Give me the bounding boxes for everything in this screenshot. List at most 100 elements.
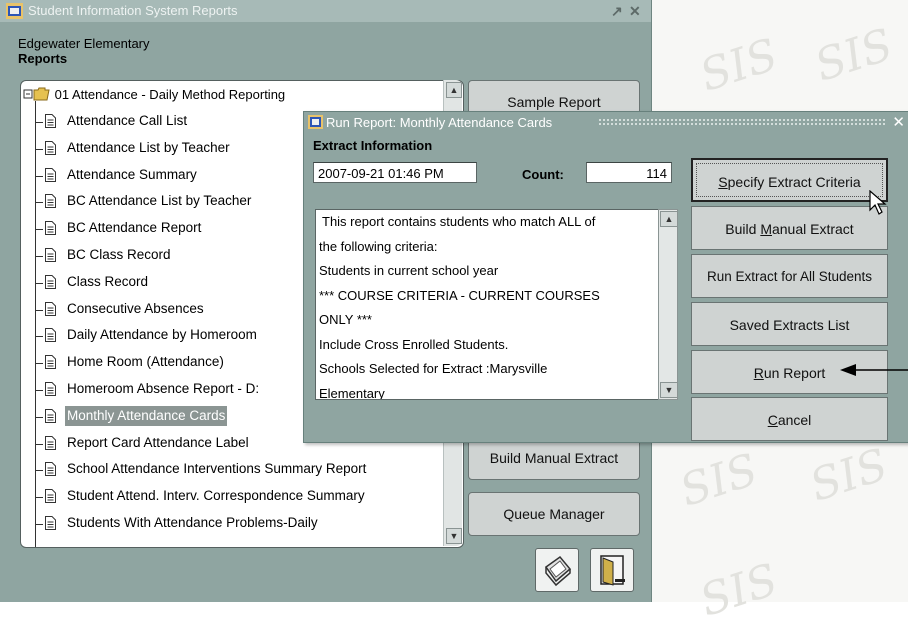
document-icon	[45, 221, 56, 236]
extract-info-label: Extract Information	[313, 138, 433, 153]
description-line: *** COURSE CRITERIA - CURRENT COURSES	[319, 287, 600, 303]
tree-item-label: BC Attendance Report	[67, 220, 202, 236]
description-line: ONLY ***	[319, 312, 372, 327]
tree-connector	[35, 443, 43, 445]
dialog-titlebar[interactable]: Run Report: Monthly Attendance Cards ✕	[304, 112, 908, 133]
dialog-title: Run Report: Monthly Attendance Cards	[326, 115, 553, 130]
document-icon	[45, 382, 56, 396]
watermark-logo: SIS	[694, 554, 784, 627]
document-icon	[45, 167, 56, 182]
tree-report-item[interactable]: Student Attend. Interv. Correspondence S…	[35, 485, 455, 509]
tree-connector	[35, 363, 43, 365]
tree-report-item[interactable]: Students With Attendance Problems-Daily	[35, 512, 455, 536]
tree-item-label: School Attendance Interventions Summary …	[67, 461, 367, 477]
criteria-description[interactable]: This report contains students who match …	[315, 209, 659, 400]
description-line: Students in current school year	[319, 263, 499, 278]
button-label-key: R	[753, 365, 764, 381]
tree-connector	[35, 202, 43, 204]
scroll-up-icon[interactable]: ▲	[446, 82, 462, 98]
tree-item-label: Student Attend. Interv. Correspondence S…	[67, 488, 365, 504]
tree-report-item[interactable]: School Attendance Interventions Summary …	[35, 458, 455, 482]
document-icon	[45, 489, 56, 504]
app-icon	[6, 3, 23, 19]
tree-connector	[35, 309, 43, 311]
document-icon	[45, 274, 56, 289]
document-icon	[45, 248, 56, 262]
description-scrollbar[interactable]: ▲ ▼	[658, 209, 678, 400]
tree-connector	[35, 256, 43, 257]
document-icon	[45, 328, 56, 343]
tree-item-label: Report Card Attendance Label	[67, 434, 249, 450]
count-label: Count:	[522, 167, 564, 182]
printer-icon	[544, 555, 572, 587]
window-titlebar[interactable]: Student Information System Reports ↗ ✕	[0, 0, 651, 22]
tree-item-label: Home Room (Attendance)	[67, 354, 224, 370]
tree-item-label: Homeroom Absence Report - D:	[67, 381, 260, 396]
tree-connector	[35, 390, 43, 391]
restore-icon[interactable]: ↗	[611, 0, 623, 22]
section-label: Reports	[18, 51, 68, 66]
button-label: Saved Extracts List	[729, 317, 850, 333]
description-line: the following criteria:	[319, 238, 438, 254]
tree-connector	[35, 497, 43, 499]
window-title: Student Information System Reports	[28, 3, 238, 18]
tree-connector	[35, 175, 43, 177]
saved-extracts-list-button[interactable]: Saved Extracts List	[691, 302, 888, 346]
queue-manager-button[interactable]: Queue Manager	[468, 492, 640, 536]
tree-connector	[35, 282, 43, 284]
school-name: Edgewater Elementary	[18, 36, 150, 51]
mouse-cursor-icon	[869, 190, 887, 215]
folder-open-icon	[23, 87, 50, 101]
watermark-logo: SIS	[694, 29, 784, 102]
build-manual-extract-label: Build Manual Extract	[489, 450, 619, 466]
tree-item-label: Attendance Summary	[67, 166, 197, 182]
description-line: This report contains students who match …	[322, 214, 596, 229]
button-label-key: S	[718, 174, 728, 190]
tree-item-label: Attendance Call List	[67, 113, 188, 128]
close-icon[interactable]: ✕	[629, 0, 641, 22]
document-icon	[45, 140, 56, 155]
titlebar-grip	[598, 118, 886, 127]
tree-item-label: BC Attendance List by Teacher	[67, 193, 252, 209]
exit-button[interactable]	[590, 548, 634, 592]
app-icon	[308, 115, 323, 129]
tree-item-label: Attendance List by Teacher	[67, 139, 230, 155]
build-manual-extract-button[interactable]: Build Manual Extract	[691, 206, 888, 250]
description-line: Elementary	[319, 385, 385, 400]
watermark-logo: SIS	[674, 444, 764, 517]
tree-connector	[35, 229, 43, 231]
scroll-up-icon[interactable]: ▲	[660, 211, 678, 227]
tree-item-label: Monthly Attendance Cards	[65, 405, 228, 426]
description-line: Schools Selected for Extract :Marysville	[319, 361, 548, 376]
scroll-down-icon[interactable]: ▼	[446, 528, 462, 544]
specify-extract-criteria-button[interactable]: Specify Extract Criteria	[691, 158, 888, 202]
tree-connector	[35, 336, 43, 338]
print-button[interactable]	[535, 548, 579, 592]
document-icon	[45, 114, 56, 128]
tree-connector	[35, 416, 43, 418]
tree-item-label: Class Record	[67, 273, 149, 289]
document-icon	[45, 194, 56, 209]
close-icon[interactable]: ✕	[892, 112, 905, 133]
tree-item-label: Daily Attendance by Homeroom	[67, 327, 257, 343]
watermark-logo: SIS	[809, 19, 899, 92]
button-label-key: C	[767, 412, 778, 428]
cancel-button[interactable]: Cancel	[691, 397, 888, 441]
description-line: Include Cross Enrolled Students.	[319, 336, 509, 352]
tree-connector	[35, 524, 43, 525]
scroll-down-icon[interactable]: ▼	[660, 382, 678, 398]
button-label-pre: Build	[725, 221, 761, 237]
button-label-post: ancel	[777, 412, 812, 428]
button-label-key: M	[760, 221, 772, 237]
watermark-logo: SIS	[804, 439, 894, 512]
document-icon	[45, 435, 56, 450]
run-report-dialog: Run Report: Monthly Attendance Cards ✕ E…	[303, 111, 908, 443]
tree-connector	[35, 122, 43, 123]
tree-connector	[35, 470, 43, 472]
run-extract-all-students-button[interactable]: Run Extract for All Students	[691, 254, 888, 298]
tree-folder-attendance[interactable]: 01 Attendance - Daily Method Reporting	[23, 84, 285, 106]
tree-item-label: Students With Attendance Problems-Daily	[67, 515, 318, 530]
tree-item-label: Consecutive Absences	[67, 300, 204, 316]
button-label-post: pecify Extract Criteria	[727, 174, 861, 190]
count-field: 114	[586, 162, 672, 183]
